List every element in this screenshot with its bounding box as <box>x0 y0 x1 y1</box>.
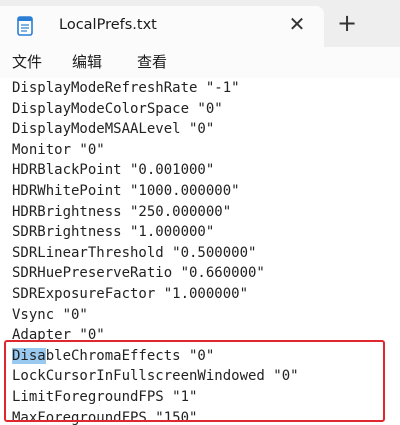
menu-view[interactable]: 查看 <box>137 51 167 72</box>
close-tab-button[interactable]: ✕ <box>285 12 309 36</box>
text-line: HDRBlackPoint "0.001000" <box>12 162 215 179</box>
text-line: HDRBrightness "250.000000" <box>12 203 232 220</box>
text-line: HDRWhitePoint "1000.000000" <box>12 182 240 199</box>
new-tab-button[interactable]: + <box>334 11 360 37</box>
text-line-rest: bleChromaEffects "0" <box>45 347 215 364</box>
text-line: Adapter "0" <box>12 327 105 344</box>
text-line: SDRBrightness "1.000000" <box>12 224 215 241</box>
text-editor[interactable]: DisplayModeRefreshRate "-1" DisplayModeC… <box>0 78 400 425</box>
text-line: DisplayModeMSAALevel "0" <box>12 121 215 138</box>
menu-bar: 文件 编辑 查看 <box>0 47 400 78</box>
text-line: SDRExposureFactor "1.000000" <box>12 285 249 302</box>
text-line: Monitor "0" <box>12 141 105 158</box>
text-line: Vsync "0" <box>12 306 88 323</box>
tab-bar: LocalPrefs.txt ✕ + <box>0 0 400 47</box>
notepad-file-icon <box>17 16 33 36</box>
tab-title: LocalPrefs.txt <box>59 17 157 33</box>
text-line: SDRHuePreserveRatio "0.660000" <box>12 265 265 282</box>
text-line-selected: DisableChromaEffects "0" <box>12 346 299 367</box>
tab-localprefs[interactable]: LocalPrefs.txt ✕ <box>0 6 324 47</box>
text-line: SDRLinearThreshold "0.500000" <box>12 244 257 261</box>
text-selection: Disa <box>12 347 46 364</box>
text-line: LimitForegroundFPS "1" <box>12 388 198 405</box>
menu-edit[interactable]: 编辑 <box>72 51 102 72</box>
text-line: DisplayModeColorSpace "0" <box>12 100 223 117</box>
menu-file[interactable]: 文件 <box>12 51 42 72</box>
text-line: LockCursorInFullscreenWindowed "0" <box>12 368 299 385</box>
text-line: DisplayModeRefreshRate "-1" <box>12 80 240 96</box>
text-line: MaxForegroundFPS "150" <box>12 409 198 425</box>
